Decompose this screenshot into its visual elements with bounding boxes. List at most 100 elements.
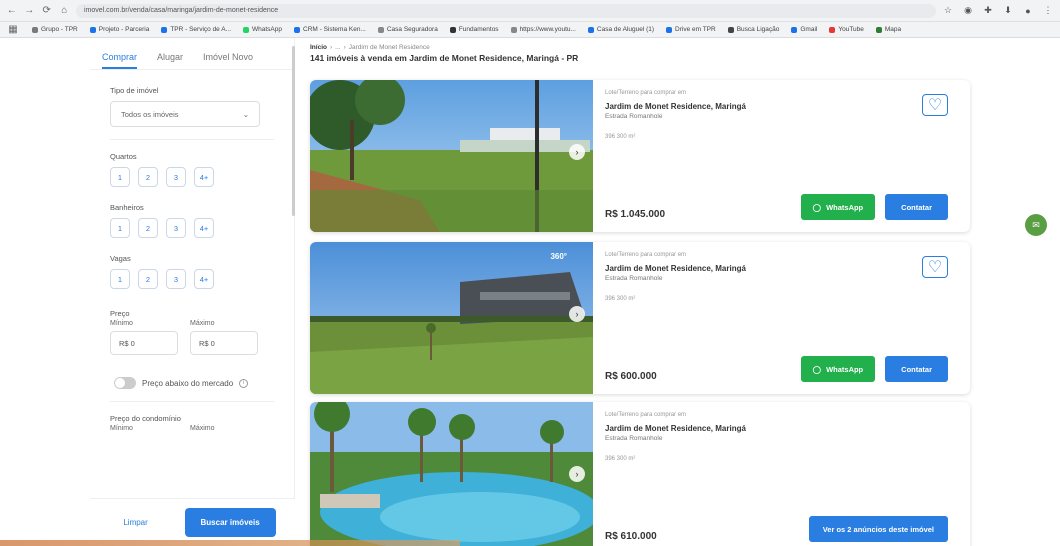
bookmark[interactable]: Projeto - Parceria <box>89 26 149 33</box>
menu-icon[interactable]: ⋮ <box>1042 5 1054 17</box>
extensions: ☆ ◉ ✚ ⬇ ● ⋮ <box>942 5 1054 17</box>
reload-icon[interactable]: ⟳ <box>41 4 53 18</box>
whatsapp-label: WhatsApp <box>826 202 864 212</box>
parking-chip[interactable]: 2 <box>138 269 158 289</box>
next-photo-icon[interactable]: › <box>569 144 585 160</box>
contact-button[interactable]: Contatar <box>885 194 948 220</box>
rooms-chip[interactable]: 4+ <box>194 167 214 187</box>
rooms-chip[interactable]: 3 <box>166 167 186 187</box>
search-button[interactable]: Buscar imóveis <box>184 508 276 537</box>
bookmark[interactable]: Casa de Aluguel (1) <box>587 26 654 33</box>
bookmark[interactable]: Mapa <box>875 26 901 33</box>
puzzle-icon[interactable]: ✚ <box>982 5 994 17</box>
baths-chips: 1 2 3 4+ <box>110 218 294 238</box>
clear-button[interactable]: Limpar <box>109 510 161 535</box>
bookmark[interactable]: YouTube <box>829 26 864 33</box>
profile-icon[interactable]: ● <box>1022 5 1034 17</box>
breadcrumb-ellipsis[interactable]: ... <box>335 44 340 51</box>
rooms-chips: 1 2 3 4+ <box>110 167 294 187</box>
bookmark[interactable]: Drive em TPR <box>666 26 716 33</box>
listing-info: Lote/Terreno para comprar em Jardim de M… <box>605 252 960 392</box>
address-bar[interactable]: imovel.com.br/venda/casa/maringa/jardim-… <box>76 3 936 18</box>
type-select[interactable]: Todos os imóveis ⌄ <box>110 101 260 127</box>
listing-street: Estrada Romanhole <box>605 113 663 120</box>
next-photo-icon[interactable]: › <box>569 466 585 482</box>
view-listings-button[interactable]: Ver os 2 anúncios deste imóvel <box>808 516 948 542</box>
bookmark[interactable]: Fundamentos <box>449 26 499 33</box>
tab-comprar[interactable]: Comprar <box>102 52 138 69</box>
apps-icon[interactable]: ▦ <box>6 23 20 37</box>
breadcrumb-current: Jardim de Monet Residence <box>348 44 430 51</box>
home-icon[interactable]: ⌂ <box>59 4 71 18</box>
listing-actions: ◯ WhatsApp Contatar <box>800 356 948 382</box>
rooms-chip[interactable]: 1 <box>110 167 130 187</box>
baths-label: Banheiros <box>110 203 144 212</box>
page-title: 141 imóveis à venda em Jardim de Monet R… <box>310 53 579 63</box>
min-price-input[interactable]: R$ 0 <box>110 331 178 355</box>
listing-title[interactable]: Jardim de Monet Residence, Maringá <box>605 424 960 433</box>
next-photo-icon[interactable]: › <box>569 306 585 322</box>
bookmark[interactable]: CRM - Sistema Ken... <box>294 26 366 33</box>
bookmark[interactable]: TPR - Serviço de A... <box>161 26 231 33</box>
chevron-right-icon: › <box>343 44 346 51</box>
back-icon[interactable]: ← <box>6 4 18 18</box>
listing-title[interactable]: Jardim de Monet Residence, Maringá <box>605 264 960 273</box>
listing-tag: Lote/Terreno para comprar em <box>605 90 687 96</box>
tab-imovel-novo[interactable]: Imóvel Novo <box>203 52 253 69</box>
contact-button[interactable]: Contatar <box>885 356 948 382</box>
chevron-right-icon: › <box>329 44 333 51</box>
whatsapp-button[interactable]: ◯ WhatsApp <box>800 356 876 382</box>
listing-card[interactable]: 360° › Lote/Terreno para comprar em Jard… <box>310 242 970 394</box>
listing-title[interactable]: Jardim de Monet Residence, Maringá <box>605 102 960 111</box>
listing-photo[interactable]: › <box>310 80 593 232</box>
rooms-chip[interactable]: 2 <box>138 167 158 187</box>
results-list: Início › ... › Jardim de Monet Residence… <box>310 38 970 546</box>
listing-card[interactable]: › Lote/Terreno para comprar em Jardim de… <box>310 80 970 232</box>
bookmark[interactable]: Busca Ligação <box>727 26 779 33</box>
parking-chip[interactable]: 1 <box>110 269 130 289</box>
listing-photo[interactable]: 360° › <box>310 242 593 394</box>
listing-photo-image <box>310 80 593 232</box>
parking-chip[interactable]: 3 <box>166 269 186 289</box>
baths-chip[interactable]: 4+ <box>194 218 214 238</box>
baths-chip[interactable]: 2 <box>138 218 158 238</box>
breadcrumb: Início › ... › Jardim de Monet Residence <box>310 44 970 51</box>
parking-chip[interactable]: 4+ <box>194 269 214 289</box>
info-icon[interactable]: i <box>239 378 249 388</box>
forward-icon[interactable]: → <box>24 4 36 18</box>
tab-alugar[interactable]: Alugar <box>157 52 183 69</box>
listing-info: Lote/Terreno para comprar em Jardim de M… <box>605 412 960 546</box>
bookmark[interactable]: Gmail <box>791 26 817 33</box>
whatsapp-button[interactable]: ◯ WhatsApp <box>800 194 876 220</box>
below-market-toggle[interactable] <box>114 377 136 389</box>
max-price-input[interactable]: R$ 0 <box>190 331 258 355</box>
extension-icon[interactable]: ◉ <box>962 5 974 17</box>
heart-icon[interactable]: ♡ <box>922 256 948 278</box>
listing-photo-image <box>310 242 593 394</box>
star-icon[interactable]: ☆ <box>942 5 954 17</box>
chat-icon[interactable]: ✉ <box>1025 214 1047 236</box>
loading-bar <box>0 540 460 546</box>
deal-tabs: Comprar Alugar Imóvel Novo <box>90 38 294 70</box>
breadcrumb-home[interactable]: Início <box>310 44 327 51</box>
max-price-label: Máximo <box>190 320 215 327</box>
bookmark[interactable]: Casa Seguradora <box>377 26 438 33</box>
listing-info: Lote/Terreno para comprar em Jardim de M… <box>605 90 960 230</box>
listing-street: Estrada Romanhole <box>605 435 663 442</box>
listing-tag: Lote/Terreno para comprar em <box>605 252 687 258</box>
below-market-row: Preço abaixo do mercado i <box>114 377 294 389</box>
listing-photo[interactable]: › <box>310 402 593 546</box>
bookmark[interactable]: https://www.youtu... <box>510 26 576 33</box>
sidebar-scrollbar[interactable] <box>292 46 295 216</box>
page-content: Comprar Alugar Imóvel Novo Tipo de imóve… <box>0 38 1060 546</box>
condo-label: Preço do condomínio <box>110 414 181 423</box>
condo-range: Mínimo Máximo <box>110 425 294 432</box>
bookmark[interactable]: WhatsApp <box>243 26 282 33</box>
type-value: Todos os imóveis <box>121 109 179 119</box>
baths-chip[interactable]: 3 <box>166 218 186 238</box>
heart-icon[interactable]: ♡ <box>922 94 948 116</box>
bookmark[interactable]: Grupo - TPR <box>32 26 78 33</box>
download-icon[interactable]: ⬇ <box>1002 5 1014 17</box>
listing-card[interactable]: › Lote/Terreno para comprar em Jardim de… <box>310 402 970 546</box>
baths-chip[interactable]: 1 <box>110 218 130 238</box>
